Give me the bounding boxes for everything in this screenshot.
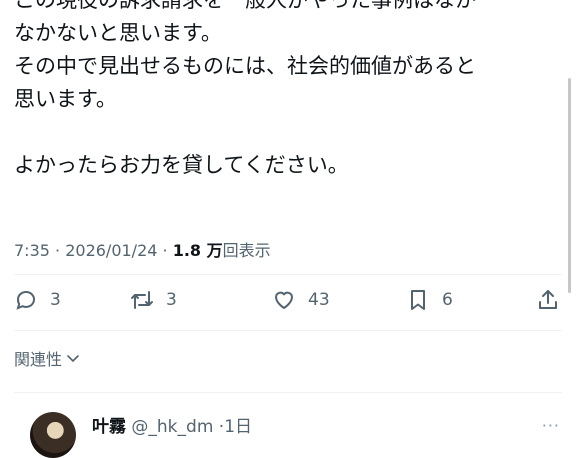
tweet-text-line: 思います。: [14, 87, 117, 111]
reply-author-name[interactable]: 叶霧: [92, 417, 126, 437]
tweet-text-line: なかないと思います。: [14, 21, 222, 45]
reply-count: 3: [50, 290, 61, 310]
view-label: 回表示: [222, 241, 271, 260]
heart-icon: [275, 291, 293, 309]
more-options-icon[interactable]: ···: [542, 416, 560, 435]
bookmark-count: 6: [442, 290, 453, 310]
tweet-date[interactable]: 2026/01/24: [65, 241, 157, 260]
scrollbar[interactable]: [568, 78, 571, 293]
avatar[interactable]: [30, 412, 76, 458]
bookmark-button[interactable]: 6: [406, 282, 453, 318]
divider: [14, 392, 562, 393]
reply-button[interactable]: 3: [14, 282, 61, 318]
share-icon: [539, 290, 557, 309]
meta-separator: ·: [162, 241, 173, 260]
like-count: 43: [308, 290, 330, 310]
reply-icon: [16, 291, 35, 310]
reply-time[interactable]: 1日: [224, 417, 252, 437]
chevron-down-icon: [67, 355, 79, 363]
divider: [14, 274, 562, 275]
tweet-body: この現役の訴求請求を一般人がやった事例はなか なかないと思います。 その中で見出…: [14, 0, 554, 182]
view-count: 1.8 万: [172, 241, 223, 260]
meta-separator: ·: [55, 241, 66, 260]
tweet-meta: 7:35 · 2026/01/24 · 1.8 万回表示: [14, 237, 271, 261]
share-button[interactable]: [536, 282, 560, 318]
divider: [14, 330, 562, 331]
retweet-count: 3: [166, 290, 177, 310]
reply-author-handle[interactable]: @_hk_dm: [131, 417, 213, 437]
tweet-text-line: [14, 116, 554, 149]
tweet-text-line: よかったらお力を貸してください。: [14, 153, 349, 177]
reply-item[interactable]: 叶霧 @_hk_dm ·1日 ···: [0, 400, 576, 458]
tweet-time[interactable]: 7:35: [14, 241, 50, 260]
retweet-button[interactable]: 3: [130, 282, 177, 318]
like-button[interactable]: 43: [272, 282, 330, 318]
reply-header: 叶霧 @_hk_dm ·1日: [92, 412, 252, 437]
tweet-text-line: この現役の訴求請求を一般人がやった事例はなか: [14, 0, 476, 12]
bookmark-icon: [411, 290, 425, 310]
tweet-text-line: その中で見出せるものには、社会的価値があると: [14, 54, 476, 78]
sort-dropdown[interactable]: 関連性: [14, 346, 80, 370]
action-bar: 3 3 43 6: [0, 282, 576, 322]
sort-label: 関連性: [14, 350, 63, 369]
retweet-icon: [131, 291, 153, 309]
